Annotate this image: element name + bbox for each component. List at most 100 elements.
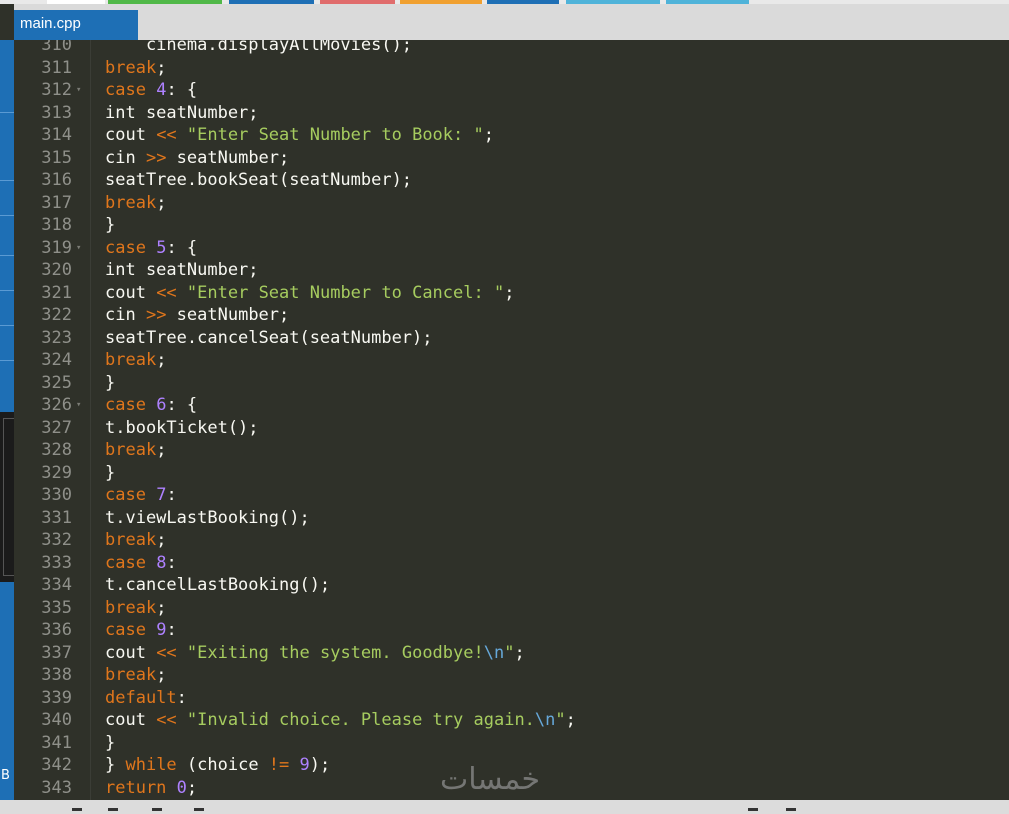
code-text: t.viewLastBooking(); <box>105 507 310 530</box>
code-token: 9 <box>299 755 310 775</box>
code-text: default: <box>105 687 187 710</box>
side-divider <box>0 360 14 361</box>
code-editor[interactable]: 310 cinema.displayAllMovies(); 311 break; 3… <box>14 40 1009 800</box>
code-token: 8 <box>156 552 167 573</box>
code-token: case <box>105 620 146 640</box>
code-text: case 6: { <box>105 394 197 417</box>
code-token: cout <box>105 282 157 303</box>
line-number: 332 <box>41 530 72 550</box>
code-token: : { <box>166 237 198 258</box>
code-token: >> <box>145 147 167 168</box>
line-number: 312 <box>41 80 72 100</box>
code-token: case <box>105 395 146 415</box>
toolbar-icon[interactable] <box>72 808 82 811</box>
code-token: : <box>166 552 177 573</box>
code-token: \n <box>483 642 505 663</box>
code-token: cin <box>105 305 146 325</box>
code-token: } <box>105 755 126 775</box>
code-text: cout << "Enter Seat Number to Book: "; <box>105 124 494 147</box>
line-number: 329 <box>41 462 72 483</box>
code-token: default <box>105 687 177 708</box>
code-text: case 7: <box>105 484 177 507</box>
line-number: 321 <box>41 282 72 303</box>
code-text: return 0; <box>105 777 197 800</box>
code-token: seatTree.cancelSeat(seatNumber); <box>105 327 433 348</box>
code-text: } <box>105 372 115 395</box>
code-token: \n <box>534 710 556 730</box>
code-token: << <box>156 710 177 730</box>
code-token: "Enter Seat Number to Cancel: " <box>186 282 505 303</box>
line-number: 317 <box>41 192 72 213</box>
line-number: 311 <box>41 57 72 78</box>
code-token: while <box>125 755 177 775</box>
fold-arrow-icon[interactable]: ▾ <box>76 237 81 260</box>
code-token: : { <box>166 80 198 100</box>
code-token: return <box>105 777 167 798</box>
side-divider <box>0 112 14 113</box>
code-text: break; <box>105 529 166 552</box>
code-text: break; <box>105 57 166 80</box>
code-token: case <box>105 552 146 573</box>
code-token: break <box>105 530 157 550</box>
code-token: (choice <box>176 755 269 775</box>
code-token: ; <box>565 710 576 730</box>
code-token: ; <box>156 597 167 618</box>
code-token: cout <box>105 125 157 145</box>
code-token: != <box>268 755 290 775</box>
fold-arrow-icon[interactable]: ▾ <box>76 394 81 417</box>
code-text: } <box>105 462 115 485</box>
code-token: : <box>176 687 187 708</box>
line-number: 339 <box>41 687 72 708</box>
code-token: 9 <box>156 620 167 640</box>
line-number: 313 <box>41 102 72 123</box>
code-token: seatTree.bookSeat(seatNumber); <box>105 170 413 190</box>
toolbar-icon[interactable] <box>108 808 118 811</box>
code-token: t.cancelLastBooking(); <box>105 575 331 595</box>
code-token: : <box>166 485 177 505</box>
line-number: 326 <box>41 395 72 415</box>
line-number: 324 <box>41 350 72 370</box>
code-token: cout <box>105 642 157 663</box>
code-token: break <box>105 440 157 460</box>
code-token: } <box>105 462 116 483</box>
code-text: break; <box>105 597 166 620</box>
code-text: cout << "Enter Seat Number to Cancel: "; <box>105 282 514 305</box>
tab-main-cpp[interactable]: main.cpp <box>14 10 138 40</box>
code-token: ); <box>309 755 331 775</box>
code-token: ; <box>156 665 167 685</box>
code-token: case <box>105 80 146 100</box>
line-number: 334 <box>41 575 72 595</box>
code-token: break <box>105 597 157 618</box>
fold-arrow-icon[interactable]: ▾ <box>76 79 81 102</box>
code-text: break; <box>105 192 166 215</box>
code-token: " <box>555 710 566 730</box>
code-token: t.viewLastBooking(); <box>105 507 310 528</box>
code-text: int seatNumber; <box>105 102 259 125</box>
code-token: ; <box>514 642 525 663</box>
code-token: 4 <box>156 80 167 100</box>
code-text: case 5: { <box>105 237 197 260</box>
code-token: seatNumber; <box>166 305 290 325</box>
line-number: 319 <box>41 237 72 258</box>
code-text: case 8: <box>105 552 177 575</box>
toolbar-icon[interactable] <box>152 808 162 811</box>
side-divider <box>0 325 14 326</box>
code-text: seatTree.cancelSeat(seatNumber); <box>105 327 433 350</box>
toolbar-icon[interactable] <box>194 808 204 811</box>
code-text: cout << "Invalid choice. Please try agai… <box>105 709 576 732</box>
toolbar-icon[interactable] <box>786 808 796 811</box>
line-number: 323 <box>41 327 72 348</box>
code-token: case <box>105 237 146 258</box>
side-label: B <box>1 768 10 783</box>
toolbar-icon[interactable] <box>748 808 758 811</box>
line-number: 314 <box>41 125 72 145</box>
line-number: 338 <box>41 665 72 685</box>
code-text: } while (choice != 9); <box>105 754 330 777</box>
